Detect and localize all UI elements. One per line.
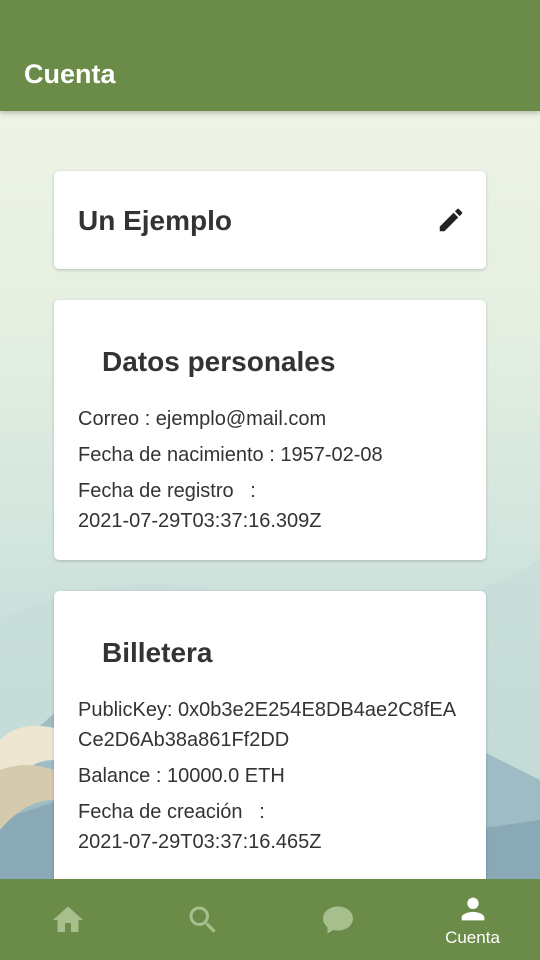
edit-profile-button[interactable] [436, 205, 466, 235]
chat-icon [322, 906, 353, 933]
created-value: 2021-07-29T03:37:16.465Z [78, 831, 322, 853]
profile-name: Un Ejemplo [78, 205, 233, 236]
personal-data-card: Datos personales Correo : ejemplo@mail.c… [54, 300, 486, 560]
personal-data-title: Datos personales [102, 346, 336, 377]
pencil-icon [439, 208, 463, 232]
search-icon [189, 906, 216, 933]
wallet-title: Billetera [102, 637, 213, 668]
created-line: Fecha de creación : 2021-07-29T03:37:16.… [78, 797, 466, 857]
created-label: Fecha de creación : [78, 801, 265, 823]
public-key-line: PublicKey: 0x0b3e2E254E8DB4ae2C8fEACe2D6… [78, 699, 457, 751]
nav-account[interactable]: Cuenta [405, 879, 540, 960]
personal-data-lines: Correo : ejemplo@mail.com Fecha de nacim… [78, 404, 466, 542]
home-icon [52, 906, 83, 932]
person-icon [461, 897, 484, 920]
wallet-lines: PublicKey: 0x0b3e2E254E8DB4ae2C8fEACe2D6… [78, 695, 466, 863]
registration-line: Fecha de registro : 2021-07-29T03:37:16.… [78, 476, 466, 536]
wallet-card: Billetera PublicKey: 0x0b3e2E254E8DB4ae2… [54, 591, 486, 891]
page-title: Cuenta [24, 59, 116, 89]
balance-line: Balance : 10000.0 ETH [78, 765, 285, 787]
registration-label: Fecha de registro : [78, 480, 256, 502]
birthdate-line: Fecha de nacimiento : 1957-02-08 [78, 444, 383, 466]
nav-account-label: Cuenta [445, 927, 500, 947]
nav-chat[interactable] [270, 879, 405, 960]
nav-home[interactable] [0, 879, 135, 960]
bottom-navigation: Cuenta [0, 879, 540, 960]
registration-value: 2021-07-29T03:37:16.309Z [78, 510, 322, 532]
nav-search[interactable] [135, 879, 270, 960]
profile-card: Un Ejemplo [54, 171, 486, 269]
app-bar: Cuenta [0, 0, 540, 111]
email-line: Correo : ejemplo@mail.com [78, 408, 327, 430]
